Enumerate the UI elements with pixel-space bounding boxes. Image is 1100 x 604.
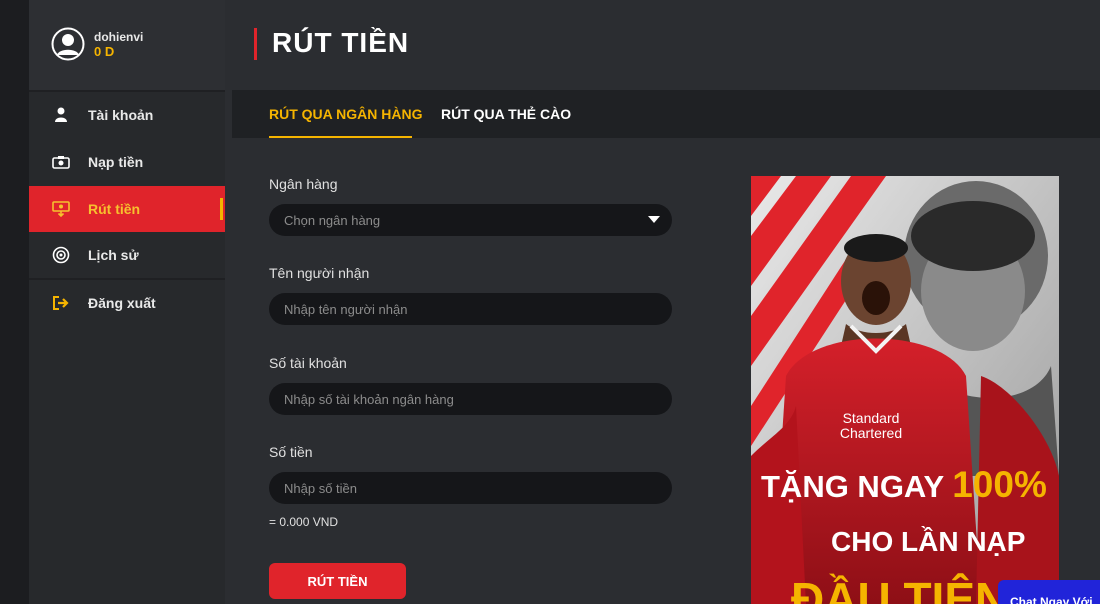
sidebar-item-logout[interactable]: Đăng xuất	[29, 280, 225, 326]
caret-down-icon	[648, 216, 660, 223]
sidebar: dohienvi 0 D Tài khoản Nạp tiền Rút tiền…	[29, 0, 225, 604]
recipient-input[interactable]	[284, 301, 644, 317]
chat-now-button[interactable]: Chat Ngay Với	[998, 580, 1100, 604]
amount-conversion-note: = 0.000 VND	[269, 515, 339, 529]
title-accent-bar	[254, 28, 257, 60]
avatar-icon[interactable]	[51, 27, 85, 61]
tab-card-withdraw[interactable]: RÚT QUA THẺ CÀO	[441, 106, 571, 122]
promo-line-1: TẶNG NGAY 100%	[761, 464, 1047, 506]
sidebar-item-account[interactable]: Tài khoản	[29, 92, 225, 138]
sidebar-item-history[interactable]: Lịch sử	[29, 232, 225, 278]
sidebar-item-label: Tài khoản	[88, 107, 154, 123]
bank-select[interactable]: Chọn ngân hàng	[269, 204, 672, 236]
tab-bar: RÚT QUA NGÂN HÀNG RÚT QUA THẺ CÀO	[232, 90, 1100, 138]
promo-line-1-text: TẶNG NGAY	[761, 469, 944, 504]
history-icon	[51, 245, 71, 265]
user-box: dohienvi 0 D	[29, 0, 225, 92]
amount-field-wrap	[269, 472, 672, 504]
user-icon	[51, 105, 71, 125]
promo-line-3: ĐẦU TIÊN	[791, 573, 1009, 604]
account-label: Số tài khoản	[269, 355, 347, 371]
sidebar-item-deposit[interactable]: Nạp tiền	[29, 139, 225, 185]
bank-label: Ngân hàng	[269, 176, 338, 192]
sidebar-item-withdraw[interactable]: Rút tiền	[29, 186, 225, 232]
sidebar-item-label: Lịch sử	[88, 247, 139, 263]
sidebar-item-label: Đăng xuất	[88, 295, 156, 311]
user-balance: 0 D	[94, 44, 115, 59]
camera-money-icon	[51, 152, 71, 172]
promo-banner[interactable]: Standard Chartered TẶNG NGAY 100% CHO LẦ…	[751, 176, 1059, 604]
sidebar-item-label: Nạp tiền	[88, 154, 144, 170]
recipient-label: Tên người nhận	[269, 265, 370, 281]
page-header: RÚT TIỀN	[232, 0, 1100, 90]
promo-highlight: 100%	[952, 464, 1047, 505]
user-name: dohienvi	[94, 30, 144, 44]
withdraw-icon	[51, 199, 71, 219]
sidebar-item-label: Rút tiền	[88, 201, 141, 217]
left-edge-strip	[0, 0, 29, 604]
page-title: RÚT TIỀN	[272, 27, 410, 58]
withdraw-submit-button[interactable]: RÚT TIỀN	[269, 563, 406, 599]
shirt-sponsor-text: Standard Chartered	[839, 410, 903, 441]
amount-label: Số tiền	[269, 444, 313, 460]
tab-bank-withdraw[interactable]: RÚT QUA NGÂN HÀNG	[269, 106, 422, 122]
logout-icon	[51, 293, 71, 313]
account-field-wrap	[269, 383, 672, 415]
recipient-field-wrap	[269, 293, 672, 325]
account-number-input[interactable]	[284, 391, 644, 407]
amount-input[interactable]	[284, 480, 644, 496]
promo-line-2: CHO LẦN NẠP	[831, 526, 1026, 557]
bank-select-value: Chọn ngân hàng	[284, 212, 381, 228]
